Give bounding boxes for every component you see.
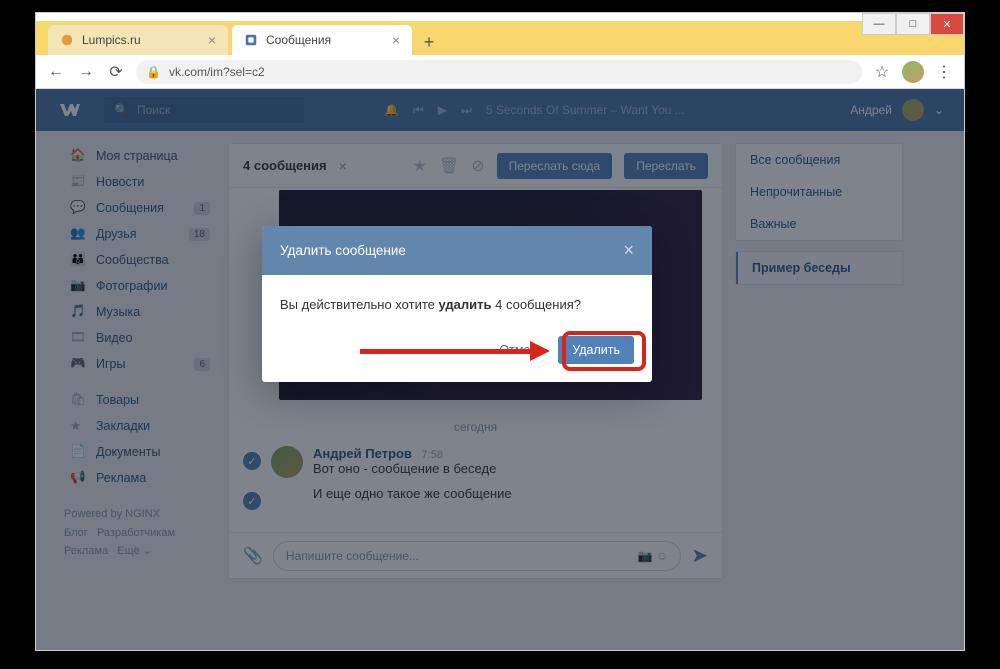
reload-button[interactable]: ⟳ xyxy=(106,62,126,82)
tabs-bar: Lumpics.ru × Сообщения × + xyxy=(36,21,964,55)
tab-title: Сообщения xyxy=(266,33,331,47)
browser-tab[interactable]: Сообщения × xyxy=(232,25,412,55)
url-field[interactable]: 🔒 vk.com/im?sel=c2 xyxy=(136,60,862,84)
back-button[interactable]: ← xyxy=(46,63,66,81)
close-icon[interactable]: × xyxy=(208,32,216,48)
tab-title: Lumpics.ru xyxy=(82,33,141,47)
close-icon[interactable]: × xyxy=(392,32,400,48)
minimize-button[interactable]: — xyxy=(862,13,896,35)
browser-tab[interactable]: Lumpics.ru × xyxy=(48,25,228,55)
menu-icon[interactable]: ⋮ xyxy=(934,62,954,82)
window-controls: — □ ✕ xyxy=(862,13,964,35)
address-bar: ← → ⟳ 🔒 vk.com/im?sel=c2 ☆ ⋮ xyxy=(36,55,964,89)
forward-button[interactable]: → xyxy=(76,63,96,81)
close-icon[interactable]: × xyxy=(623,240,634,261)
site-icon xyxy=(60,33,74,47)
modal-body: Вы действительно хотите удалить 4 сообще… xyxy=(262,275,652,326)
modal-title: Удалить сообщение xyxy=(280,243,406,258)
profile-avatar[interactable] xyxy=(902,61,924,83)
annotation-highlight xyxy=(562,331,646,371)
site-icon xyxy=(244,33,258,47)
new-tab-button[interactable]: + xyxy=(416,29,442,55)
annotation-arrow xyxy=(360,344,550,358)
maximize-button[interactable]: □ xyxy=(896,13,930,35)
modal-header: Удалить сообщение × xyxy=(262,226,652,275)
star-icon[interactable]: ☆ xyxy=(872,62,892,82)
lock-icon: 🔒 xyxy=(146,65,161,79)
url-text: vk.com/im?sel=c2 xyxy=(169,65,265,79)
close-button[interactable]: ✕ xyxy=(930,13,964,35)
